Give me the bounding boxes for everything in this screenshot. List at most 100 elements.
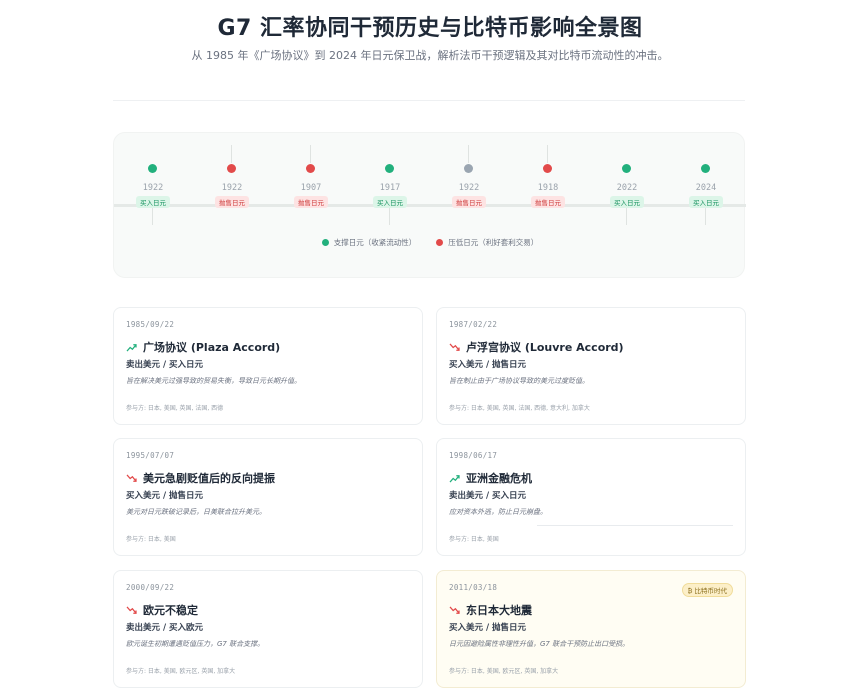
event-title-row: 欧元不稳定 (126, 602, 198, 618)
trend-down-icon (126, 605, 137, 614)
event-parties: 参与方: 日本, 美国, 英国, 法国, 西德 (126, 405, 224, 412)
timeline-dot (701, 164, 710, 173)
timeline-stem (705, 207, 706, 225)
event-action: 买入美元 / 抛售日元 (449, 623, 527, 633)
event-description: 美元对日元跌破记录后，日美联合拉升美元。 (126, 508, 266, 516)
timeline-dot (622, 164, 631, 173)
timeline-dot (543, 164, 552, 173)
timeline-stem (547, 145, 548, 163)
event-parties: 参与方: 日本, 美国, 英国, 法国, 西德, 意大利, 加拿大 (449, 405, 590, 412)
timeline-item[interactable]: 1917 买入日元 (360, 133, 420, 233)
event-parties: 参与方: 日本, 美国 (126, 536, 176, 543)
legend-dot-green (321, 239, 329, 246)
timeline-tag: 买入日元 (610, 196, 644, 208)
event-title: 广场协议 (Plaza Accord) (143, 341, 281, 354)
event-date: 2011/03/18 (449, 583, 498, 592)
timeline-year: 1922 (458, 183, 480, 193)
page-title: G7 汇率协同干预历史与比特币影响全景图 (217, 16, 643, 41)
event-date: 1985/09/22 (126, 320, 175, 329)
timeline-item[interactable]: 1922 抛售日元 (202, 133, 262, 233)
event-date: 2000/09/22 (126, 583, 175, 592)
event-card[interactable]: 2011/03/18 ₿ 比特币时代 东日本大地震 买入美元 / 抛售日元 日元… (436, 570, 746, 688)
timeline-dot (385, 164, 394, 173)
timeline-item[interactable]: 1907 抛售日元 (281, 133, 341, 233)
timeline-year: 2024 (695, 183, 717, 193)
timeline-item[interactable]: 2022 买入日元 (597, 133, 657, 233)
trend-up-icon (449, 474, 460, 483)
timeline-year: 2022 (616, 183, 638, 193)
event-title-row: 美元急剧贬值后的反向提振 (126, 470, 275, 486)
timeline-dot (148, 164, 157, 173)
event-action: 卖出美元 / 买入日元 (126, 360, 204, 370)
timeline-item[interactable]: 2024 买入日元 (676, 133, 736, 233)
event-title: 欧元不稳定 (143, 604, 198, 617)
bitcoin-era-badge: ₿ 比特币时代 (681, 583, 733, 597)
event-parties: 参与方: 日本, 美国, 欧元区, 英国, 加拿大 (449, 668, 559, 675)
timeline-stem (231, 145, 232, 163)
event-title: 亚洲金融危机 (466, 472, 532, 485)
event-description: 应对资本外逃，防止日元崩盘。 (449, 508, 547, 516)
timeline-item[interactable]: 1918 抛售日元 (518, 133, 578, 233)
card-divider (537, 525, 733, 526)
timeline-legend: 支撑日元（收紧流动性） 压低日元（利好套利交易） (114, 237, 746, 248)
event-action: 买入美元 / 抛售日元 (449, 360, 527, 370)
event-title-row: 广场协议 (Plaza Accord) (126, 339, 280, 355)
timeline-dot (464, 164, 473, 173)
event-title: 美元急剧贬值后的反向提振 (143, 472, 275, 485)
timeline-item[interactable]: 1922 买入日元 (123, 133, 183, 233)
timeline-panel: 1922 买入日元 1922 抛售日元 1907 抛售日元 1917 买入日元 … (113, 132, 746, 278)
event-title: 东日本大地震 (466, 604, 532, 617)
timeline-dot (227, 164, 236, 173)
event-description: 旨在制止由于广场协议导致的美元过度贬值。 (449, 377, 589, 385)
legend-item-support: 支撑日元（收紧流动性） (321, 237, 417, 248)
timeline-year: 1907 (300, 183, 322, 193)
trend-down-icon (449, 342, 460, 351)
event-action: 买入美元 / 抛售日元 (126, 491, 204, 501)
timeline-stem (626, 207, 627, 225)
event-description: 欧元诞生初期遭遇贬值压力，G7 联合支撑。 (126, 640, 265, 648)
legend-label-support: 支撑日元（收紧流动性） (333, 238, 417, 247)
timeline-dot (306, 164, 315, 173)
page-subtitle: 从 1985 年《广场协议》到 2024 年日元保卫战，解析法币干预逻辑及其对比… (191, 49, 669, 62)
legend-item-suppress: 压低日元（利好套利交易） (436, 237, 538, 248)
event-action: 卖出美元 / 买入欧元 (126, 623, 204, 633)
timeline-tag: 买入日元 (136, 196, 170, 208)
timeline-year: 1917 (379, 183, 401, 193)
timeline-tag: 抛售日元 (452, 196, 486, 208)
timeline-stem (389, 207, 390, 225)
event-description: 旨在解决美元过强导致的贸易失衡，导致日元长期升值。 (126, 377, 301, 385)
event-title-row: 卢浮宫协议 (Louvre Accord) (449, 339, 624, 355)
timeline-year: 1922 (221, 183, 243, 193)
event-card[interactable]: 1985/09/22 广场协议 (Plaza Accord) 卖出美元 / 买入… (113, 307, 423, 425)
event-description: 日元因避险属性非理性升值，G7 联合干预防止出口受损。 (449, 640, 630, 648)
event-card[interactable]: 1995/07/07 美元急剧贬值后的反向提振 买入美元 / 抛售日元 美元对日… (113, 438, 423, 556)
event-action: 卖出美元 / 买入日元 (449, 491, 527, 501)
event-card[interactable]: 1998/06/17 亚洲金融危机 卖出美元 / 买入日元 应对资本外逃，防止日… (436, 438, 746, 556)
event-date: 1995/07/07 (126, 451, 175, 460)
timeline-stem (152, 207, 153, 225)
timeline-item[interactable]: 1922 抛售日元 (439, 133, 499, 233)
header-divider (113, 100, 745, 101)
legend-label-suppress: 压低日元（利好套利交易） (448, 238, 539, 247)
trend-up-icon (126, 343, 137, 352)
trend-down-icon (449, 605, 460, 614)
timeline-stem (468, 145, 469, 163)
timeline-stem (310, 145, 311, 163)
event-date: 1987/02/22 (449, 320, 498, 329)
event-title-row: 东日本大地震 (449, 602, 532, 618)
timeline-tag: 抛售日元 (531, 196, 565, 208)
timeline-tag: 买入日元 (373, 196, 407, 208)
event-card[interactable]: 1987/02/22 卢浮宫协议 (Louvre Accord) 买入美元 / … (436, 307, 746, 425)
event-date: 1998/06/17 (449, 451, 498, 460)
trend-down-icon (126, 473, 137, 482)
event-parties: 参与方: 日本, 美国, 欧元区, 英国, 加拿大 (126, 668, 236, 675)
timeline-year: 1918 (537, 183, 559, 193)
timeline-year: 1922 (142, 183, 164, 193)
timeline-tag: 抛售日元 (294, 196, 328, 208)
event-title: 卢浮宫协议 (Louvre Accord) (466, 341, 624, 354)
timeline-tag: 抛售日元 (215, 196, 249, 208)
event-parties: 参与方: 日本, 美国 (449, 536, 499, 543)
timeline-tag: 买入日元 (689, 196, 723, 208)
legend-dot-red (436, 239, 444, 246)
event-card[interactable]: 2000/09/22 欧元不稳定 卖出美元 / 买入欧元 欧元诞生初期遭遇贬值压… (113, 570, 423, 688)
